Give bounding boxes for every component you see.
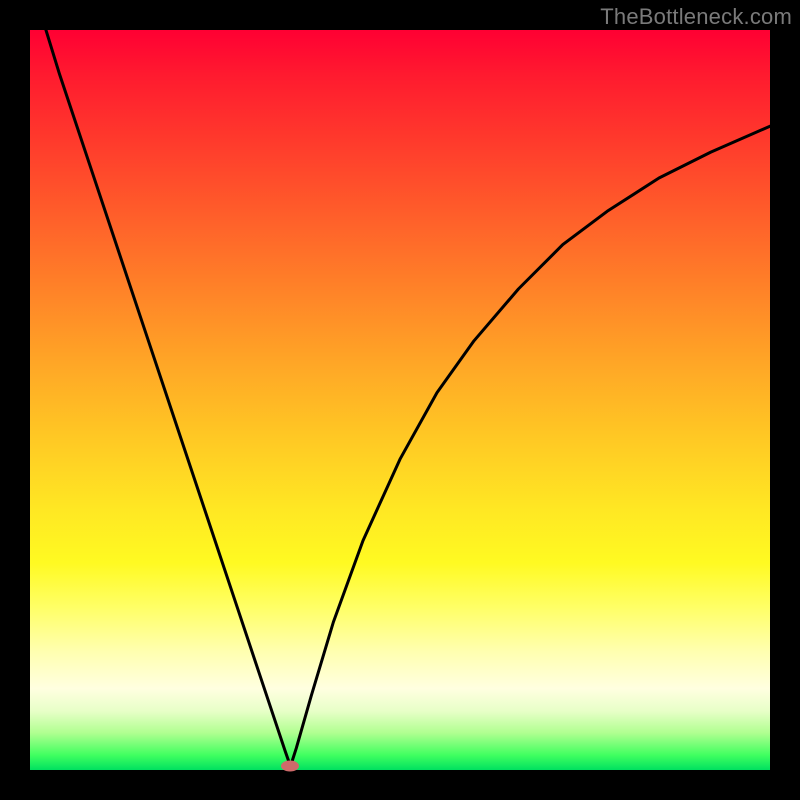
watermark-label: TheBottleneck.com [600, 4, 792, 30]
plot-area [30, 30, 770, 770]
optimal-point-marker [281, 761, 299, 772]
chart-frame: TheBottleneck.com [0, 0, 800, 800]
bottleneck-curve [30, 30, 770, 770]
